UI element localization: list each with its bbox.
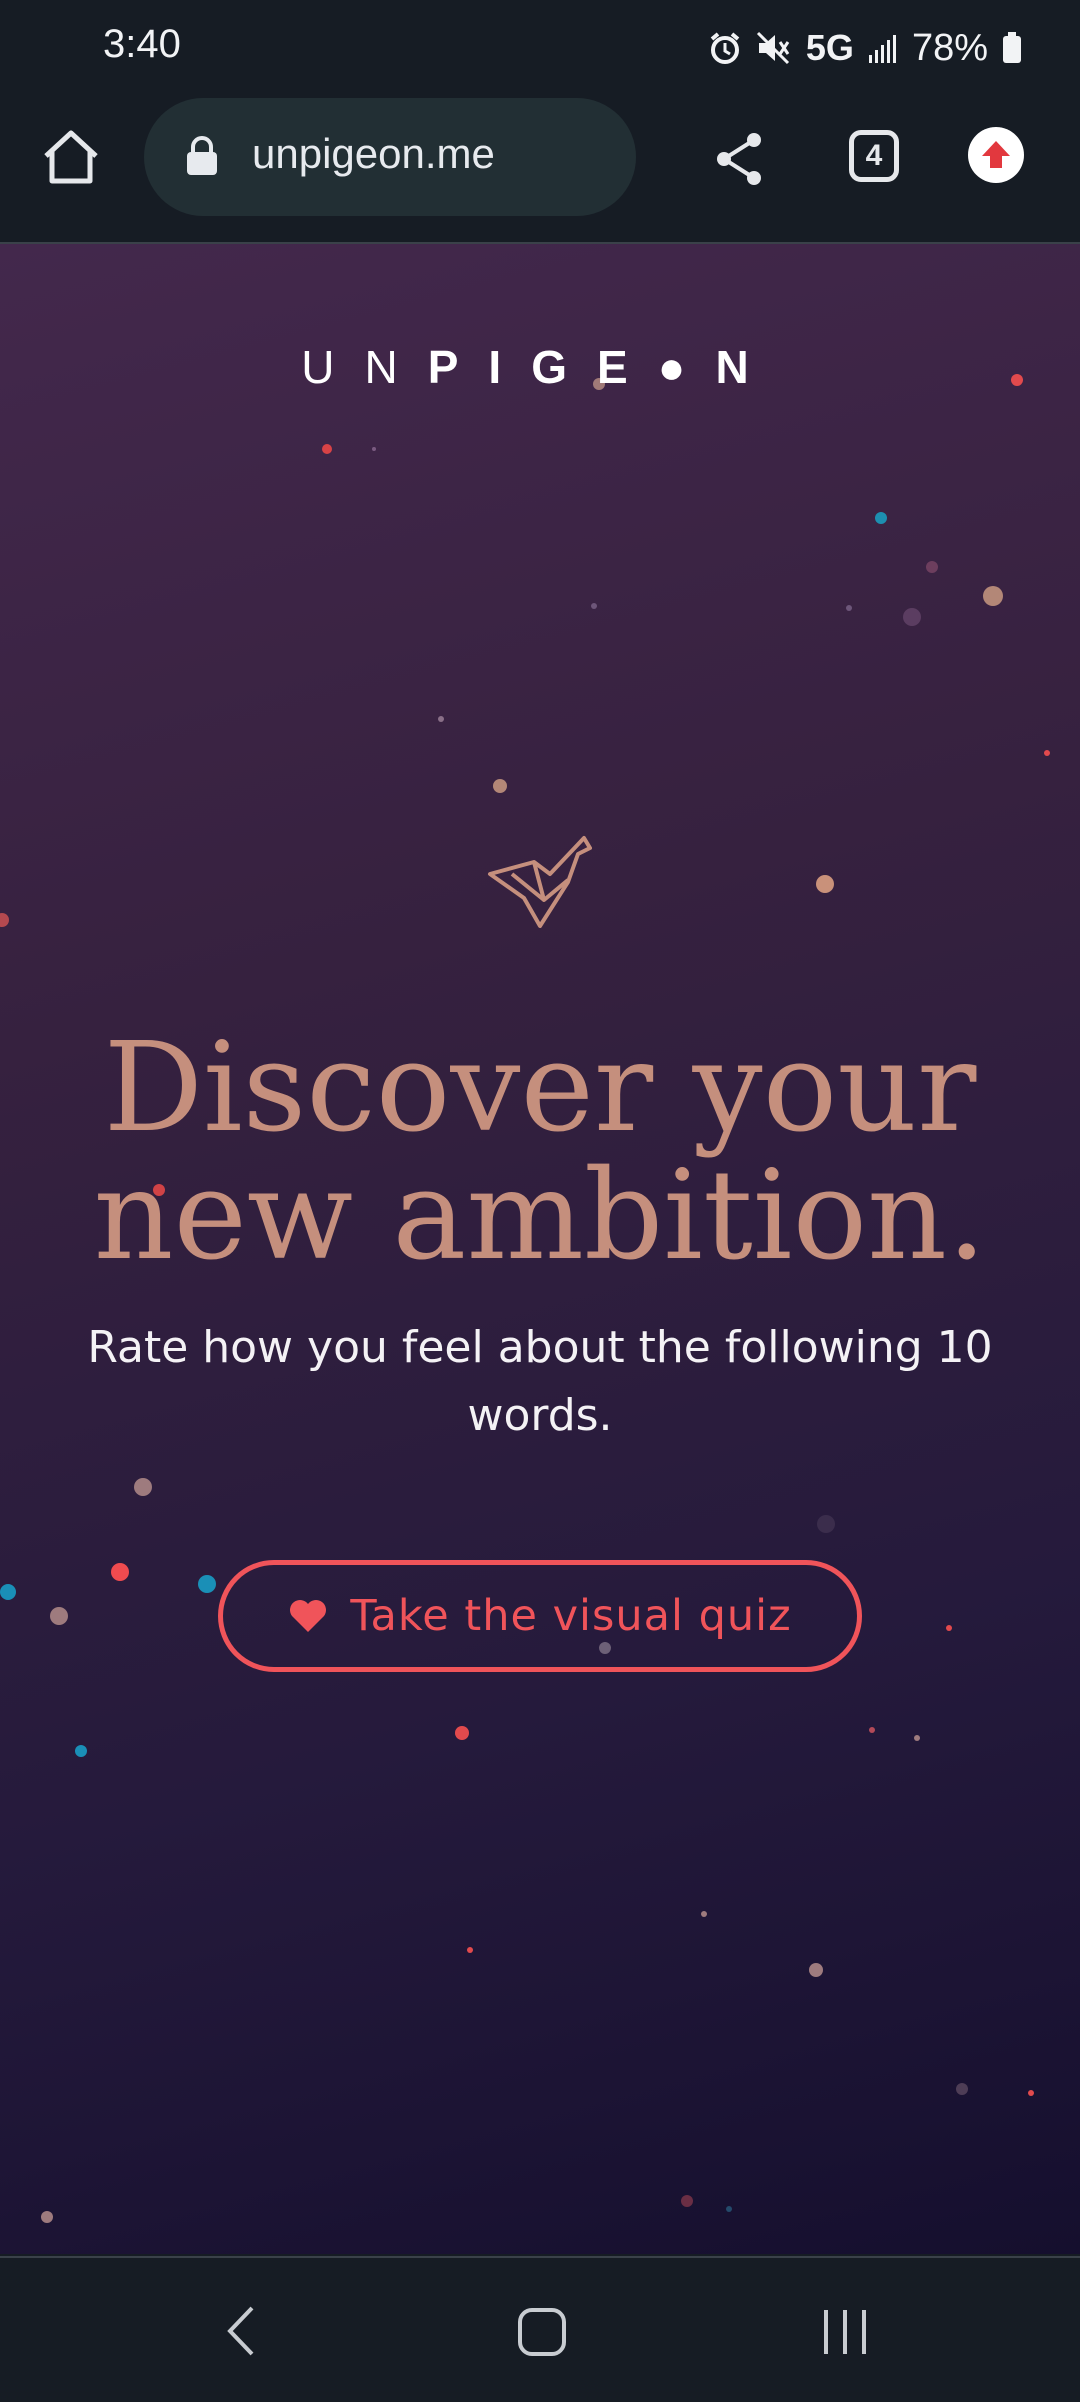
subtext: Rate how you feel about the following 10… [87, 1322, 993, 1441]
url-bar[interactable]: unpigeon.me [144, 98, 636, 216]
system-navbar [0, 2256, 1080, 2402]
back-button[interactable] [222, 2304, 262, 2363]
share-icon [717, 133, 761, 185]
url-text: unpigeon.me [252, 130, 495, 177]
mute-icon [756, 31, 792, 65]
battery-icon [1002, 32, 1022, 64]
home-nav-icon [518, 2308, 566, 2356]
recents-icon [824, 2310, 866, 2354]
home-button[interactable] [40, 126, 102, 188]
web-content: UNPIGE●N Discover your new ambition. Rat… [0, 244, 1080, 2254]
browser-toolbar: unpigeon.me 4 [0, 96, 1080, 244]
recents-button[interactable] [820, 2308, 870, 2361]
headline-line-1: Discover your [103, 1016, 977, 1160]
battery-percent: 78% [911, 26, 988, 69]
home-icon [44, 130, 98, 184]
logo-circle: ● [657, 341, 716, 393]
headline: Discover your new ambition. [0, 1024, 1080, 1280]
origami-bird-icon [488, 836, 592, 928]
take-quiz-label: Take the visual quiz [350, 1591, 792, 1641]
take-quiz-button[interactable]: Take the visual quiz [218, 1560, 862, 1672]
home-nav-button[interactable] [516, 2306, 568, 2363]
status-icons: 5G 78% [708, 22, 1022, 74]
tabs-button[interactable]: 4 [849, 130, 899, 182]
share-button[interactable] [712, 130, 766, 188]
status-bar: 3:40 5G 78% [0, 0, 1080, 96]
back-icon [227, 2306, 254, 2356]
site-logo[interactable]: UNPIGE●N [0, 340, 1080, 394]
update-button[interactable] [968, 127, 1024, 183]
update-icon [982, 141, 1010, 168]
alarm-icon [708, 31, 742, 65]
heart-icon [290, 1600, 327, 1632]
headline-line-2: new ambition. [93, 1144, 987, 1288]
signal-icon [868, 33, 898, 63]
lock-icon [187, 136, 217, 175]
network-type: 5G [805, 27, 854, 68]
status-time: 3:40 [103, 22, 181, 66]
